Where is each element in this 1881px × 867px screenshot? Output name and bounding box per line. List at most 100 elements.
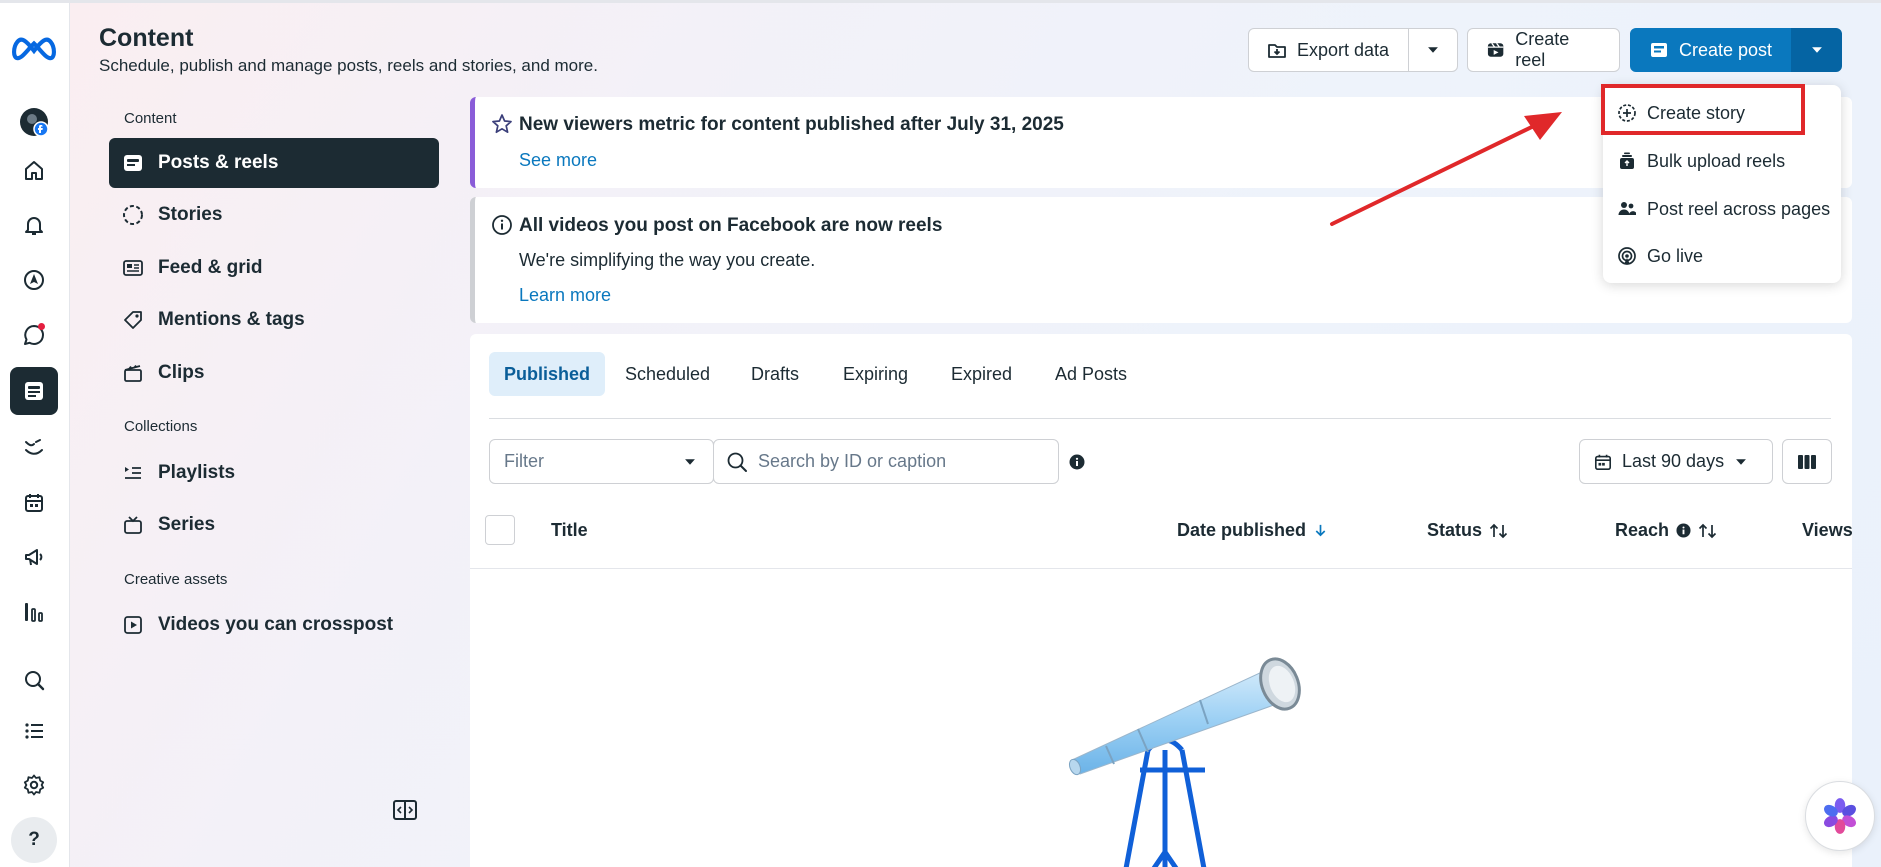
messages-icon[interactable]: [17, 318, 51, 352]
create-reel-button[interactable]: Create reel: [1467, 28, 1620, 72]
caret-down-icon: [1736, 458, 1746, 465]
flower-icon: [1824, 798, 1856, 834]
nav-item-label: Series: [158, 514, 216, 535]
column-title[interactable]: Title: [551, 520, 588, 541]
caret-down-icon: [1811, 47, 1822, 53]
tabs-divider: [489, 418, 1831, 419]
create-post-button[interactable]: Create post: [1630, 28, 1792, 72]
menu-item-label: Bulk upload reels: [1647, 150, 1786, 171]
nav-item-label: Stories: [158, 204, 223, 225]
tv-icon: [124, 516, 142, 534]
ai-assistant-button[interactable]: [1805, 781, 1875, 851]
gear-icon[interactable]: [17, 768, 51, 802]
tab-scheduled[interactable]: Scheduled: [610, 352, 725, 396]
live-icon: [1618, 247, 1636, 265]
post-reel-across-pages-menu-item[interactable]: Post reel across pages: [1617, 192, 1830, 226]
column-status[interactable]: Status: [1427, 520, 1509, 541]
post-icon: [1651, 43, 1667, 57]
compass-icon[interactable]: [17, 263, 51, 297]
home-icon[interactable]: [17, 154, 51, 188]
search-field[interactable]: [713, 439, 1059, 484]
insights-icon[interactable]: [17, 595, 51, 629]
create-post-label: Create post: [1679, 39, 1773, 60]
page-subtitle: Schedule, publish and manage posts, reel…: [99, 56, 598, 75]
reels-banner-title: All videos you post on Facebook are now …: [519, 215, 943, 236]
sort-icon: [1698, 523, 1717, 538]
avatar[interactable]: [17, 105, 51, 139]
nav-item-posts-reels[interactable]: Posts & reels: [109, 138, 439, 188]
column-title-label: Title: [551, 520, 588, 540]
nav-item-stories[interactable]: Stories: [109, 190, 439, 240]
date-range-label: Last 90 days: [1622, 451, 1725, 471]
nav-item-clips[interactable]: Clips: [109, 348, 439, 398]
feed-grid-icon: [123, 260, 143, 276]
tag-icon: [124, 311, 142, 329]
column-date-published[interactable]: Date published: [1177, 520, 1328, 541]
sort-icon: [1489, 523, 1508, 538]
tab-expired[interactable]: Expired: [936, 352, 1027, 396]
help-button[interactable]: ?: [11, 817, 57, 863]
bell-icon[interactable]: [17, 208, 51, 242]
reel-icon: [1487, 42, 1504, 57]
column-views-label: Views: [1802, 520, 1853, 540]
filter-select[interactable]: Filter: [489, 439, 714, 484]
column-views[interactable]: Views: [1802, 520, 1853, 541]
export-options-button[interactable]: [1408, 28, 1458, 72]
go-live-menu-item[interactable]: Go live: [1617, 239, 1703, 273]
tab-ad-posts[interactable]: Ad Posts: [1040, 352, 1142, 396]
tab-published[interactable]: Published: [489, 352, 606, 396]
info-icon: [492, 215, 512, 235]
meta-logo-icon[interactable]: [12, 32, 56, 66]
megaphone-icon[interactable]: [17, 540, 51, 574]
star-icon: [492, 114, 512, 134]
search-input[interactable]: [758, 451, 1038, 472]
learn-more-link[interactable]: Learn more: [519, 285, 611, 306]
info-icon: [1676, 523, 1691, 538]
search-icon[interactable]: [17, 663, 51, 697]
export-data-button[interactable]: Export data: [1248, 28, 1409, 72]
download-folder-icon: [1268, 44, 1286, 58]
create-reel-label: Create reel: [1515, 29, 1570, 70]
top-border: [0, 0, 1881, 3]
columns-button[interactable]: [1782, 439, 1832, 484]
column-status-label: Status: [1427, 520, 1483, 540]
list-icon[interactable]: [17, 714, 51, 748]
caret-down-icon: [1428, 47, 1438, 53]
nav-item-label: Playlists: [158, 462, 236, 483]
calendar-icon[interactable]: [17, 486, 51, 520]
stories-icon: [123, 205, 143, 225]
bulk-upload-reels-menu-item[interactable]: Bulk upload reels: [1617, 144, 1785, 178]
nav-item-playlists[interactable]: Playlists: [109, 448, 439, 498]
annotation-arrow: [1330, 112, 1562, 226]
table-header-divider: [470, 568, 1852, 569]
column-date-label: Date published: [1177, 520, 1307, 540]
nav-item-feed-grid[interactable]: Feed & grid: [109, 243, 439, 293]
telescope-illustration: [1068, 657, 1301, 867]
search-icon: [727, 452, 747, 472]
nav-item-label: Videos you can crosspost: [158, 614, 394, 635]
content-table-card: Published Scheduled Drafts Expiring Expi…: [470, 334, 1853, 867]
column-reach[interactable]: Reach: [1615, 520, 1718, 541]
partnership-icon[interactable]: [17, 431, 51, 465]
calendar-icon: [1594, 454, 1612, 470]
nav-section-collections: Collections: [124, 418, 198, 435]
people-icon: [1618, 202, 1636, 215]
nav-item-videos-crosspost[interactable]: Videos you can crosspost: [109, 600, 439, 650]
content-icon[interactable]: [10, 367, 58, 415]
reels-banner-text: We're simplifying the way you create.: [519, 250, 816, 270]
see-more-link[interactable]: See more: [519, 150, 597, 171]
date-range-selector[interactable]: Last 90 days: [1579, 439, 1773, 484]
viewers-banner-title: New viewers metric for content published…: [519, 114, 1064, 135]
create-post-options-button[interactable]: [1791, 28, 1842, 72]
info-icon[interactable]: [1069, 454, 1085, 470]
nav-item-mentions-tags[interactable]: Mentions & tags: [109, 295, 439, 345]
tab-drafts[interactable]: Drafts: [736, 352, 814, 396]
menu-item-label: Go live: [1647, 245, 1704, 266]
help-icon: ?: [28, 829, 40, 850]
nav-item-series[interactable]: Series: [109, 500, 439, 550]
collapse-sidebar-icon[interactable]: [392, 799, 418, 821]
tab-expiring[interactable]: Expiring: [828, 352, 923, 396]
select-all-checkbox[interactable]: [485, 515, 515, 545]
caret-down-icon: [685, 458, 695, 465]
playlist-icon: [125, 467, 141, 479]
